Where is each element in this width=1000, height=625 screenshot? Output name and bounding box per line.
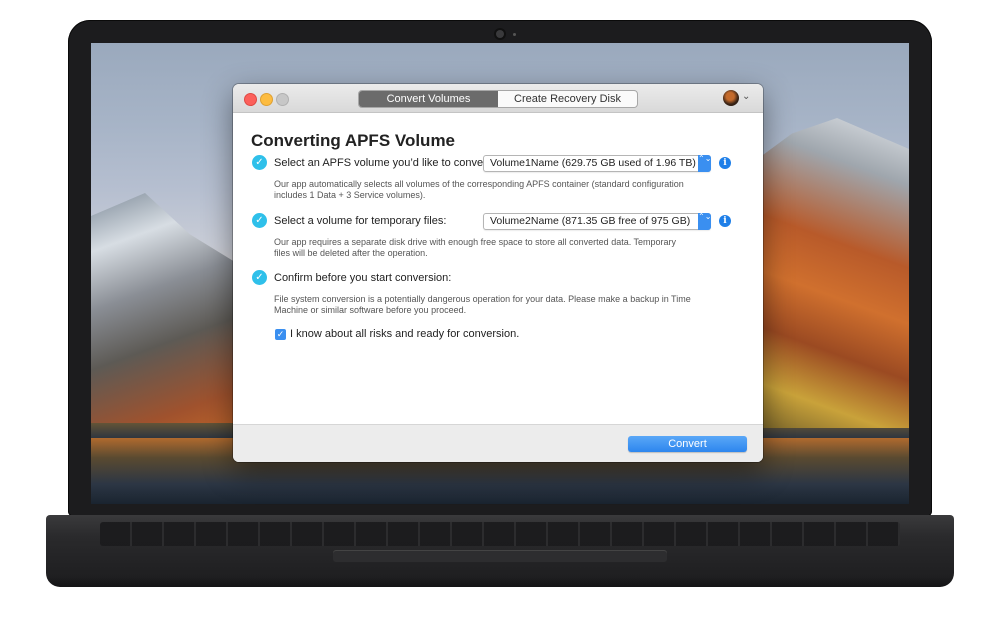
source-volume-value: Volume1Name (629.75 GB used of 1.96 TB) (490, 157, 696, 169)
avatar (723, 90, 739, 106)
step-1-description-line-2: includes 1 Data + 3 Service volumes). (274, 190, 426, 200)
stepper-icon: ⌃⌄ (698, 155, 711, 172)
temp-volume-select[interactable]: Volume2Name (871.35 GB free of 975 GB) ⌃… (483, 213, 711, 230)
app-window: Convert Volumes Create Recovery Disk ⌄ C… (233, 84, 763, 462)
tab-convert-volumes[interactable]: Convert Volumes (359, 91, 498, 107)
step-2-check-icon: ✓ (252, 213, 267, 228)
camera-led (513, 33, 516, 36)
step-3-description-line-2: Machine or similar software before you p… (274, 305, 467, 315)
info-icon[interactable]: i (719, 157, 731, 169)
keyboard (100, 522, 900, 546)
temp-volume-value: Volume2Name (871.35 GB free of 975 GB) (490, 215, 691, 227)
info-icon[interactable]: i (719, 215, 731, 227)
step-1-description-line-1: Our app automatically selects all volume… (274, 179, 684, 189)
tab-create-recovery-disk[interactable]: Create Recovery Disk (498, 91, 637, 107)
step-3-label: Confirm before you start conversion: (274, 272, 452, 284)
step-1-label: Select an APFS volume you’d like to conv… (274, 157, 493, 169)
footer-bar: Convert (233, 424, 763, 462)
title-bar: Convert Volumes Create Recovery Disk ⌄ (233, 84, 763, 113)
step-3-check-icon: ✓ (252, 270, 267, 285)
mode-tabs: Convert Volumes Create Recovery Disk (358, 90, 638, 108)
source-volume-select[interactable]: Volume1Name (629.75 GB used of 1.96 TB) … (483, 155, 711, 172)
risk-checkbox-label[interactable]: I know about all risks and ready for con… (290, 328, 519, 340)
step-2-description-line-1: Our app requires a separate disk drive w… (274, 237, 677, 247)
trackpad (333, 550, 667, 562)
close-window-button[interactable] (244, 93, 257, 106)
stepper-icon: ⌃⌄ (698, 213, 711, 230)
step-2-description-line-2: files will be deleted after the operatio… (274, 248, 428, 258)
convert-button[interactable]: Convert (628, 436, 747, 452)
step-2-label: Select a volume for temporary files: (274, 215, 447, 227)
page-title: Converting APFS Volume (251, 131, 456, 150)
account-menu[interactable]: ⌄ (723, 90, 753, 106)
risk-checkbox[interactable]: ✓ (275, 329, 286, 340)
chevron-down-icon: ⌄ (742, 91, 751, 102)
camera (496, 30, 504, 38)
zoom-window-button[interactable] (276, 93, 289, 106)
step-1-check-icon: ✓ (252, 155, 267, 170)
step-3-description-line-1: File system conversion is a potentially … (274, 294, 691, 304)
minimize-window-button[interactable] (260, 93, 273, 106)
